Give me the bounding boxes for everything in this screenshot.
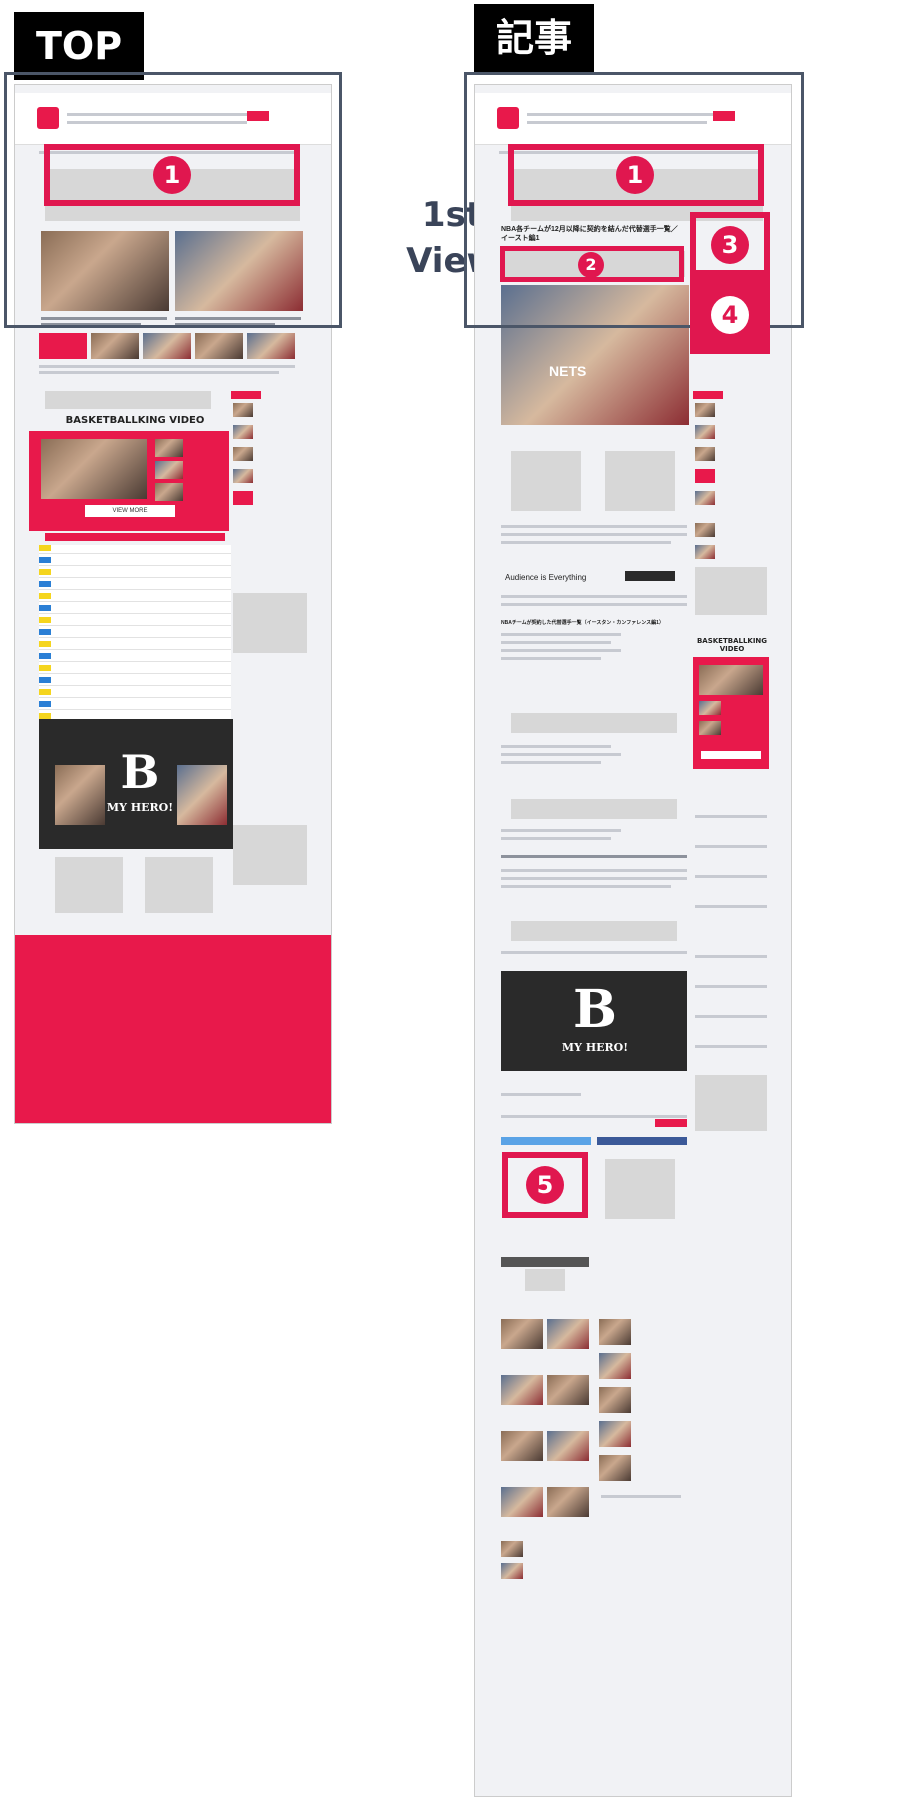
ad-text: Audience is Everything <box>505 573 587 582</box>
top-page-tag: TOP <box>14 12 145 80</box>
video-main-thumb <box>41 439 147 499</box>
marker-3-article: 3 <box>711 226 749 264</box>
marker-4-article: 4 <box>711 296 749 334</box>
marker-5-article: 5 <box>526 1166 564 1204</box>
site-footer <box>15 935 331 1123</box>
myhero-brand: MY HERO! <box>106 801 174 814</box>
article-myhero-brand: MY HERO! <box>561 1041 629 1054</box>
marker-2-article: 2 <box>578 252 604 278</box>
myhero-logo: B <box>120 745 160 799</box>
article-page-tag: 記事 <box>474 4 595 72</box>
team-jersey-text: NETS <box>549 363 587 379</box>
view-more-button[interactable]: VIEW MORE <box>85 505 175 517</box>
article-myhero-logo: B <box>573 979 617 1040</box>
sidebar-video-title: BASKETBALLKING VIDEO <box>696 637 768 653</box>
marker-1-top: 1 <box>153 156 191 194</box>
article-subheading: NBAチームが契約した代替選手一覧（イースタン・カンファレンス編1） <box>501 620 664 626</box>
video-section-title: BASKETBALLKING VIDEO <box>65 415 205 426</box>
marker-1-article: 1 <box>616 156 654 194</box>
